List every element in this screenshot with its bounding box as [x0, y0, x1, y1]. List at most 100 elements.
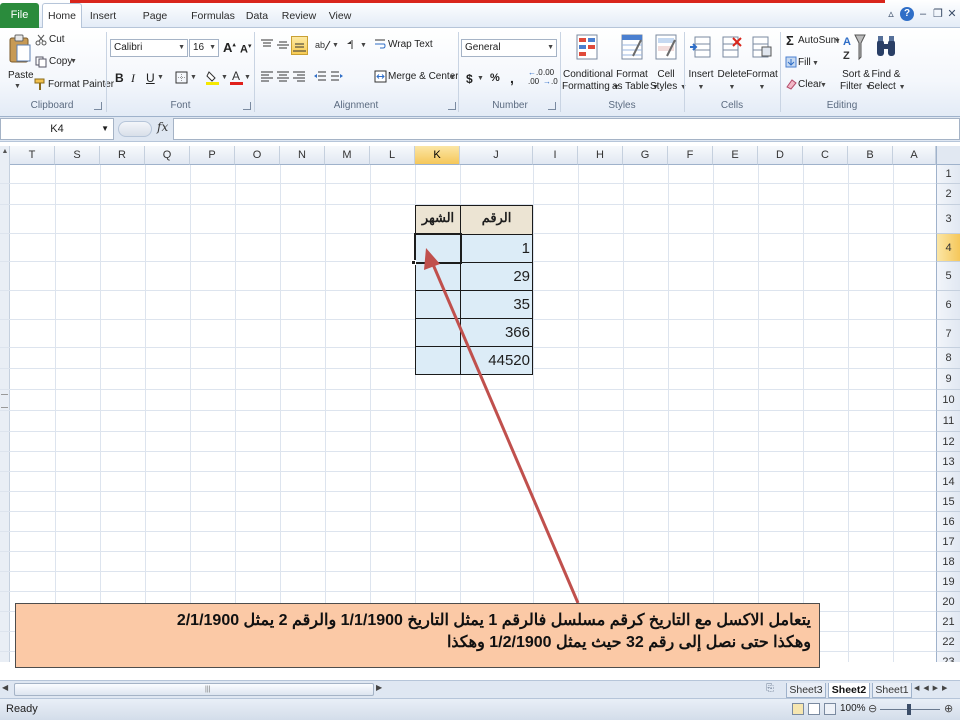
serial-cell[interactable]: 366	[460, 318, 533, 347]
insert-cells-button[interactable]: Insert ▼	[686, 69, 716, 94]
column-header-d[interactable]: D	[758, 146, 803, 165]
fill-dropdown-icon[interactable]: ▼	[812, 60, 819, 67]
currency-button[interactable]: $	[466, 72, 473, 86]
paste-button[interactable]: Paste	[8, 70, 34, 81]
find-select-button[interactable]: Find & Select ▼	[868, 69, 906, 94]
column-header-c[interactable]: C	[803, 146, 848, 165]
scroll-right-icon[interactable]: ▶	[376, 683, 386, 696]
font-name-combo[interactable]: Calibri ▼	[110, 39, 188, 57]
clear-dropdown-icon[interactable]: ▼	[820, 82, 827, 89]
direction-dropdown-icon[interactable]: ▼	[360, 42, 367, 49]
tab-formulas[interactable]: Formulas	[190, 6, 236, 26]
row-header-17[interactable]: 17	[936, 532, 960, 552]
month-cell[interactable]	[415, 346, 461, 375]
clipboard-launcher-icon[interactable]	[94, 102, 102, 110]
serial-cell[interactable]: 29	[460, 262, 533, 291]
shrink-font-icon[interactable]: A▾	[240, 42, 251, 56]
scroll-left-icon[interactable]: ◀	[2, 683, 12, 696]
cut-button[interactable]: Cut	[49, 34, 65, 45]
month-cell[interactable]	[415, 318, 461, 347]
borders-icon[interactable]	[175, 71, 188, 87]
column-header-e[interactable]: E	[713, 146, 758, 165]
minimize-ribbon-icon[interactable]: ▵	[884, 7, 898, 21]
row-header-19[interactable]: 19	[936, 572, 960, 592]
page-break-view-icon[interactable]	[824, 703, 836, 715]
column-header-f[interactable]: F	[668, 146, 713, 165]
paste-icon[interactable]	[8, 34, 32, 67]
tab-review[interactable]: Review	[280, 6, 318, 26]
autosum-dropdown-icon[interactable]: ▼	[834, 38, 841, 45]
zoom-out-icon[interactable]: ⊖	[868, 702, 877, 715]
tab-insert[interactable]: Insert	[86, 6, 120, 26]
insert-sheet-icon[interactable]: ⎘	[766, 683, 774, 694]
autosum-button[interactable]: AutoSum	[798, 35, 839, 46]
align-right-icon[interactable]	[292, 70, 306, 87]
help-icon[interactable]: ?	[900, 7, 914, 21]
merge-center-button[interactable]: Merge & Center	[388, 71, 459, 82]
serial-cell[interactable]: 35	[460, 290, 533, 319]
select-all-corner[interactable]	[936, 146, 960, 165]
font-size-combo[interactable]: 16 ▼	[189, 39, 219, 57]
tab-page-layout[interactable]: Page Layout	[126, 6, 184, 42]
column-header-g[interactable]: G	[623, 146, 668, 165]
month-cell[interactable]	[415, 262, 461, 291]
number-launcher-icon[interactable]	[548, 102, 556, 110]
serial-cell[interactable]: 44520	[460, 346, 533, 375]
row-header-1[interactable]: 1	[936, 165, 960, 184]
sheet-tab-sheet2[interactable]: Sheet2	[828, 683, 870, 698]
normal-view-icon[interactable]	[792, 703, 804, 715]
grow-font-icon[interactable]: A▴	[223, 40, 236, 55]
copy-button[interactable]: Copy	[49, 56, 72, 67]
row-header-22[interactable]: 22	[936, 632, 960, 652]
page-layout-view-icon[interactable]	[808, 703, 820, 715]
align-left-icon[interactable]	[260, 70, 274, 87]
format-painter-button[interactable]: Format Painter	[48, 79, 114, 90]
underline-dropdown-icon[interactable]: ▼	[157, 74, 164, 81]
row-header-21[interactable]: 21	[936, 612, 960, 632]
tab-data[interactable]: Data	[242, 6, 272, 26]
increase-decimal-button[interactable]: ←.0.00	[528, 68, 543, 86]
window-restore-icon[interactable]: ❐	[931, 7, 945, 21]
row-header-13[interactable]: 13	[936, 452, 960, 472]
active-cell-k4[interactable]	[414, 233, 462, 264]
row-header-15[interactable]: 15	[936, 492, 960, 512]
column-header-k[interactable]: K	[415, 146, 460, 165]
tab-home[interactable]: Home	[42, 3, 82, 29]
serial-cell[interactable]: 1	[460, 234, 533, 263]
fill-handle[interactable]	[411, 260, 416, 265]
zoom-slider-thumb[interactable]	[907, 704, 911, 715]
formula-bar-resize-handle[interactable]	[118, 121, 152, 137]
column-header-i[interactable]: I	[533, 146, 578, 165]
borders-dropdown-icon[interactable]: ▼	[190, 74, 197, 81]
orientation-icon[interactable]: ab	[315, 38, 331, 55]
name-box[interactable]: K4 ▼	[0, 118, 114, 140]
copy-dropdown-icon[interactable]: ▼	[70, 58, 77, 65]
fill-color-dropdown-icon[interactable]: ▼	[221, 74, 228, 81]
window-close-icon[interactable]: ✕	[945, 7, 959, 21]
header-month-cell[interactable]: الشهر	[415, 205, 461, 235]
row-header-6[interactable]: 6	[936, 291, 960, 320]
vertical-scrollbar[interactable]: ▲	[0, 146, 10, 662]
currency-dropdown-icon[interactable]: ▼	[477, 75, 484, 82]
font-color-dropdown-icon[interactable]: ▼	[244, 74, 251, 81]
row-header-11[interactable]: 11	[936, 411, 960, 432]
split-handle[interactable]	[1, 394, 8, 408]
column-header-t[interactable]: T	[10, 146, 55, 165]
zoom-in-icon[interactable]: ⊕	[944, 702, 953, 715]
row-header-12[interactable]: 12	[936, 432, 960, 452]
column-header-r[interactable]: R	[100, 146, 145, 165]
comma-button[interactable]: ,	[510, 70, 514, 86]
column-header-a[interactable]: A	[893, 146, 936, 165]
cell-styles-button[interactable]: CellStyles ▼	[650, 69, 687, 94]
column-header-q[interactable]: Q	[145, 146, 190, 165]
header-serial-cell[interactable]: الرقم التسلسلي	[460, 205, 533, 249]
sheet-nav-icons[interactable]: ◀ ◀ ▶ ▶	[914, 684, 948, 692]
row-header-23[interactable]: 23	[936, 652, 960, 662]
row-header-20[interactable]: 20	[936, 592, 960, 612]
italic-button[interactable]: I	[131, 71, 135, 86]
fill-color-icon[interactable]	[206, 70, 220, 88]
row-header-10[interactable]: 10	[936, 390, 960, 411]
font-launcher-icon[interactable]	[243, 102, 251, 110]
row-header-7[interactable]: 7	[936, 320, 960, 348]
fill-button[interactable]: Fill	[798, 57, 811, 68]
